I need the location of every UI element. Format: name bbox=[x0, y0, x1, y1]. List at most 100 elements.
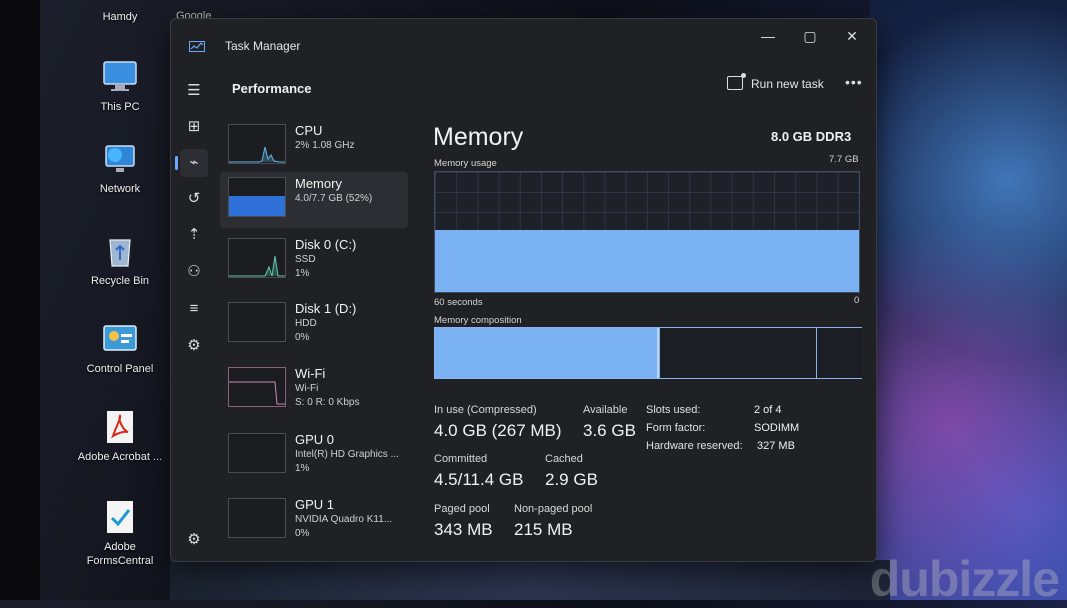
resource-name: Wi-Fi bbox=[295, 366, 326, 381]
resource-utilization: 0% bbox=[295, 528, 310, 539]
cached-label: Cached bbox=[545, 453, 583, 465]
resource-name: Disk 1 (D:) bbox=[295, 301, 357, 316]
adobe-acrobat-icon bbox=[107, 411, 133, 443]
memory-composition-label: Memory composition bbox=[434, 315, 522, 326]
resource-detail: Wi-Fi bbox=[295, 383, 319, 394]
processes-icon[interactable]: ⊞ bbox=[180, 113, 208, 141]
memory-max-label: 7.7 GB bbox=[829, 154, 859, 165]
watermark-logo: dubizzle bbox=[869, 551, 1060, 607]
more-options-button[interactable]: ••• bbox=[845, 74, 863, 90]
wallpaper-scene bbox=[870, 0, 1067, 600]
resource-utilization: 1% bbox=[295, 268, 310, 279]
paged-pool-label: Paged pool bbox=[434, 503, 490, 515]
close-button[interactable]: ✕ bbox=[837, 25, 867, 47]
resource-detail: SSD bbox=[295, 254, 316, 265]
non-paged-pool-value: 215 MB bbox=[514, 520, 573, 539]
wallpaper-strip bbox=[170, 560, 890, 600]
title-bar[interactable]: Task Manager — ▢ ✕ bbox=[171, 19, 876, 65]
page-title: Performance bbox=[232, 81, 312, 96]
in-use-label: In use (Compressed) bbox=[434, 404, 537, 416]
monitor-icon bbox=[103, 61, 137, 91]
resource-detail: 2% 1.08 GHz bbox=[295, 140, 355, 151]
composition-free[interactable] bbox=[816, 328, 862, 378]
desktop-icon-this-pc[interactable]: This PC bbox=[70, 58, 170, 114]
details-icon[interactable]: ≡ bbox=[180, 295, 208, 323]
resource-detail: HDD bbox=[295, 318, 317, 329]
performance-icon[interactable]: ⌁ bbox=[175, 149, 208, 177]
desktop-icon-control-panel[interactable]: Control Panel bbox=[70, 320, 170, 376]
memory-thumbnail-fill bbox=[229, 196, 285, 216]
desktop-icon-label: Hamdy bbox=[102, 11, 138, 23]
run-task-icon bbox=[727, 73, 746, 90]
adobe-formscentral-icon bbox=[107, 501, 133, 533]
slots-used-value: 2 of 4 bbox=[754, 404, 782, 416]
form-factor-value: SODIMM bbox=[754, 422, 800, 434]
resource-detail: Intel(R) HD Graphics ... bbox=[295, 449, 399, 460]
disk0-thumbnail-graph bbox=[228, 238, 286, 278]
resource-cpu[interactable]: CPU 2% 1.08 GHz bbox=[220, 119, 408, 175]
disk0-sparkline bbox=[229, 255, 285, 277]
committed-value: 4.5/11.4 GB bbox=[434, 470, 524, 489]
resource-memory[interactable]: Memory 4.0/7.7 GB (52%) bbox=[220, 172, 408, 228]
memory-usage-fill bbox=[435, 229, 859, 292]
resource-detail: NVIDIA Quadro K11... bbox=[295, 514, 393, 525]
desktop-icon-label: Control Panel bbox=[86, 363, 154, 375]
memory-usage-label: Memory usage bbox=[434, 158, 497, 169]
desktop-icon-user[interactable]: Hamdy bbox=[70, 10, 170, 24]
paged-pool-value: 343 MB bbox=[434, 520, 493, 539]
desktop-icon-adobe-acrobat[interactable]: Adobe Acrobat ... bbox=[70, 408, 170, 464]
available-label: Available bbox=[583, 404, 628, 416]
gpu1-thumbnail-graph bbox=[228, 498, 286, 538]
memory-title: Memory bbox=[433, 123, 524, 151]
app-history-icon[interactable]: ↺ bbox=[180, 185, 208, 213]
recycle-bin-icon bbox=[109, 239, 131, 267]
cpu-thumbnail-graph bbox=[228, 124, 286, 164]
resource-name: Disk 0 (C:) bbox=[295, 237, 357, 252]
hamburger-menu-icon[interactable]: ☰ bbox=[180, 77, 208, 105]
gpu0-thumbnail-graph bbox=[228, 433, 286, 473]
available-value: 3.6 GB bbox=[583, 421, 636, 440]
settings-icon[interactable]: ⚙ bbox=[180, 526, 208, 554]
resource-throughput: S: 0 R: 0 Kbps bbox=[295, 397, 360, 408]
desktop-icon-label: Adobe FormsCentral bbox=[86, 541, 154, 567]
memory-usage-graph bbox=[434, 171, 860, 293]
composition-in-use[interactable] bbox=[435, 328, 657, 378]
memory-thumbnail-graph bbox=[228, 177, 286, 217]
monitor-bezel bbox=[0, 0, 40, 600]
run-new-task-button[interactable]: Run new task bbox=[727, 73, 824, 91]
desktop-icons: Hamdy This PC Network Recycle Bin Contro… bbox=[70, 0, 175, 600]
resource-disk-1[interactable]: Disk 1 (D:) HDD 0% bbox=[220, 297, 408, 353]
desktop-icon-label: This PC bbox=[100, 101, 140, 113]
services-icon[interactable]: ⚙ bbox=[180, 332, 208, 360]
nav-rail: ☰ ⊞ ⌁ ↺ ⇡ ⚇ ≡ ⚙ ⚙ bbox=[171, 65, 217, 561]
hardware-reserved-label: Hardware reserved: bbox=[646, 440, 743, 452]
memory-type: 8.0 GB DDR3 bbox=[771, 129, 852, 144]
desktop-icon-adobe-formscentral[interactable]: Adobe FormsCentral bbox=[70, 498, 170, 568]
run-new-task-label: Run new task bbox=[751, 77, 824, 91]
cpu-sparkline bbox=[229, 146, 285, 163]
startup-apps-icon[interactable]: ⇡ bbox=[180, 221, 208, 249]
desktop-icon-network[interactable]: Network bbox=[70, 140, 170, 196]
resource-wifi[interactable]: Wi-Fi Wi-Fi S: 0 R: 0 Kbps bbox=[220, 362, 408, 418]
resource-gpu-1[interactable]: GPU 1 NVIDIA Quadro K11... 0% bbox=[220, 493, 408, 549]
desktop-icon-recycle-bin[interactable]: Recycle Bin bbox=[70, 232, 170, 288]
maximize-button[interactable]: ▢ bbox=[795, 25, 825, 47]
resource-name: CPU bbox=[295, 123, 323, 138]
committed-label: Committed bbox=[434, 453, 488, 465]
resource-name: Memory bbox=[295, 176, 342, 191]
non-paged-pool-label: Non-paged pool bbox=[514, 503, 593, 515]
graph-zero-label: 0 bbox=[854, 295, 860, 306]
resource-name: GPU 0 bbox=[295, 432, 335, 447]
network-icon bbox=[105, 145, 135, 172]
resource-disk-0[interactable]: Disk 0 (C:) SSD 1% bbox=[220, 233, 408, 289]
users-icon[interactable]: ⚇ bbox=[180, 258, 208, 286]
desktop-icon-label: Recycle Bin bbox=[90, 275, 150, 287]
resource-gpu-0[interactable]: GPU 0 Intel(R) HD Graphics ... 1% bbox=[220, 428, 408, 484]
resource-detail: 4.0/7.7 GB (52%) bbox=[295, 193, 373, 204]
slots-used-label: Slots used: bbox=[646, 404, 701, 416]
minimize-button[interactable]: — bbox=[753, 25, 783, 47]
resource-name: GPU 1 bbox=[295, 497, 335, 512]
window-title: Task Manager bbox=[225, 39, 301, 53]
cached-value: 2.9 GB bbox=[545, 470, 598, 489]
composition-standby[interactable] bbox=[658, 328, 818, 378]
